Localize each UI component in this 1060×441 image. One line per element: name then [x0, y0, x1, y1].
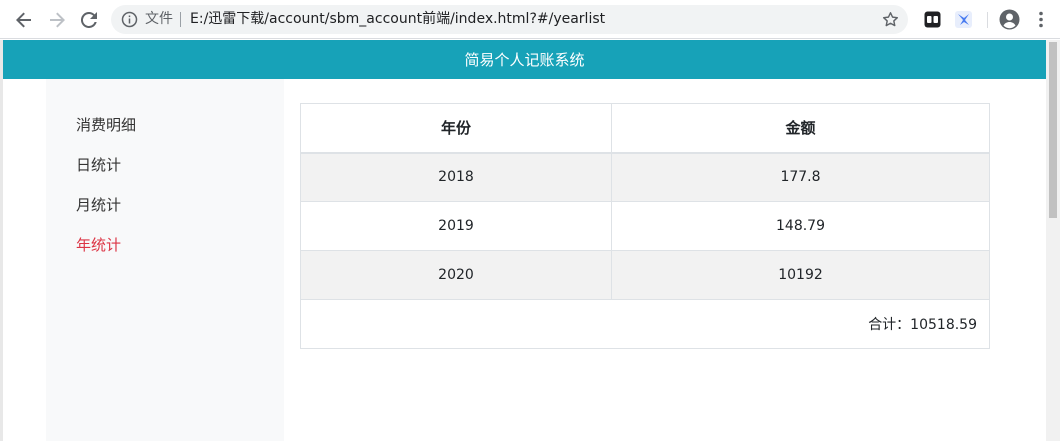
yearly-stats-table: 年份 金额 2018 177.8 2019 148.79 2020 10192 …	[300, 103, 990, 349]
extension-icon[interactable]	[924, 11, 941, 28]
back-icon[interactable]	[12, 8, 36, 32]
table-row: 2018 177.8	[300, 152, 990, 202]
info-icon[interactable]	[121, 11, 138, 28]
app-header: 简易个人记账系统	[3, 40, 1046, 79]
app-title: 简易个人记账系统	[464, 51, 585, 69]
more-menu-icon[interactable]	[1036, 11, 1046, 28]
sidebar: 消费明细 日统计 月统计 年统计	[46, 79, 284, 441]
toolbar-divider	[987, 12, 988, 28]
address-bar[interactable]: 文件 E:/迅雷下载/account/sbm_account前端/index.h…	[111, 5, 908, 34]
year-cell: 2019	[300, 201, 612, 251]
extension-bird-icon[interactable]	[955, 11, 972, 28]
sidebar-item-monthly-stats[interactable]: 月统计	[76, 194, 121, 215]
table-row: 2020 10192	[300, 250, 990, 300]
forward-icon[interactable]	[45, 8, 69, 32]
window-left-edge	[0, 40, 3, 441]
scrollbar-thumb[interactable]	[1049, 42, 1057, 218]
amount-cell: 177.8	[611, 152, 990, 202]
amount-cell: 10192	[611, 250, 990, 300]
table-header-row: 年份 金额	[300, 103, 990, 154]
table-row: 2019 148.79	[300, 201, 990, 251]
address-divider	[180, 12, 181, 27]
profile-avatar-icon[interactable]	[999, 9, 1020, 30]
column-header-year: 年份	[300, 103, 612, 154]
year-cell: 2018	[300, 152, 612, 202]
total-amount: 合计：10518.59	[300, 299, 990, 349]
bookmark-star-icon[interactable]	[881, 10, 900, 29]
amount-cell: 148.79	[611, 201, 990, 251]
sidebar-item-expense-details[interactable]: 消费明细	[76, 114, 136, 135]
file-scheme-label: 文件	[145, 11, 173, 27]
sidebar-item-daily-stats[interactable]: 日统计	[76, 154, 121, 175]
column-header-amount: 金额	[611, 103, 990, 154]
browser-toolbar: 文件 E:/迅雷下载/account/sbm_account前端/index.h…	[0, 0, 1060, 39]
total-row: 合计：10518.59	[300, 299, 990, 349]
reload-icon[interactable]	[77, 8, 101, 32]
year-cell: 2020	[300, 250, 612, 300]
url-text[interactable]: E:/迅雷下载/account/sbm_account前端/index.html…	[190, 10, 605, 29]
sidebar-item-yearly-stats[interactable]: 年统计	[76, 234, 121, 255]
